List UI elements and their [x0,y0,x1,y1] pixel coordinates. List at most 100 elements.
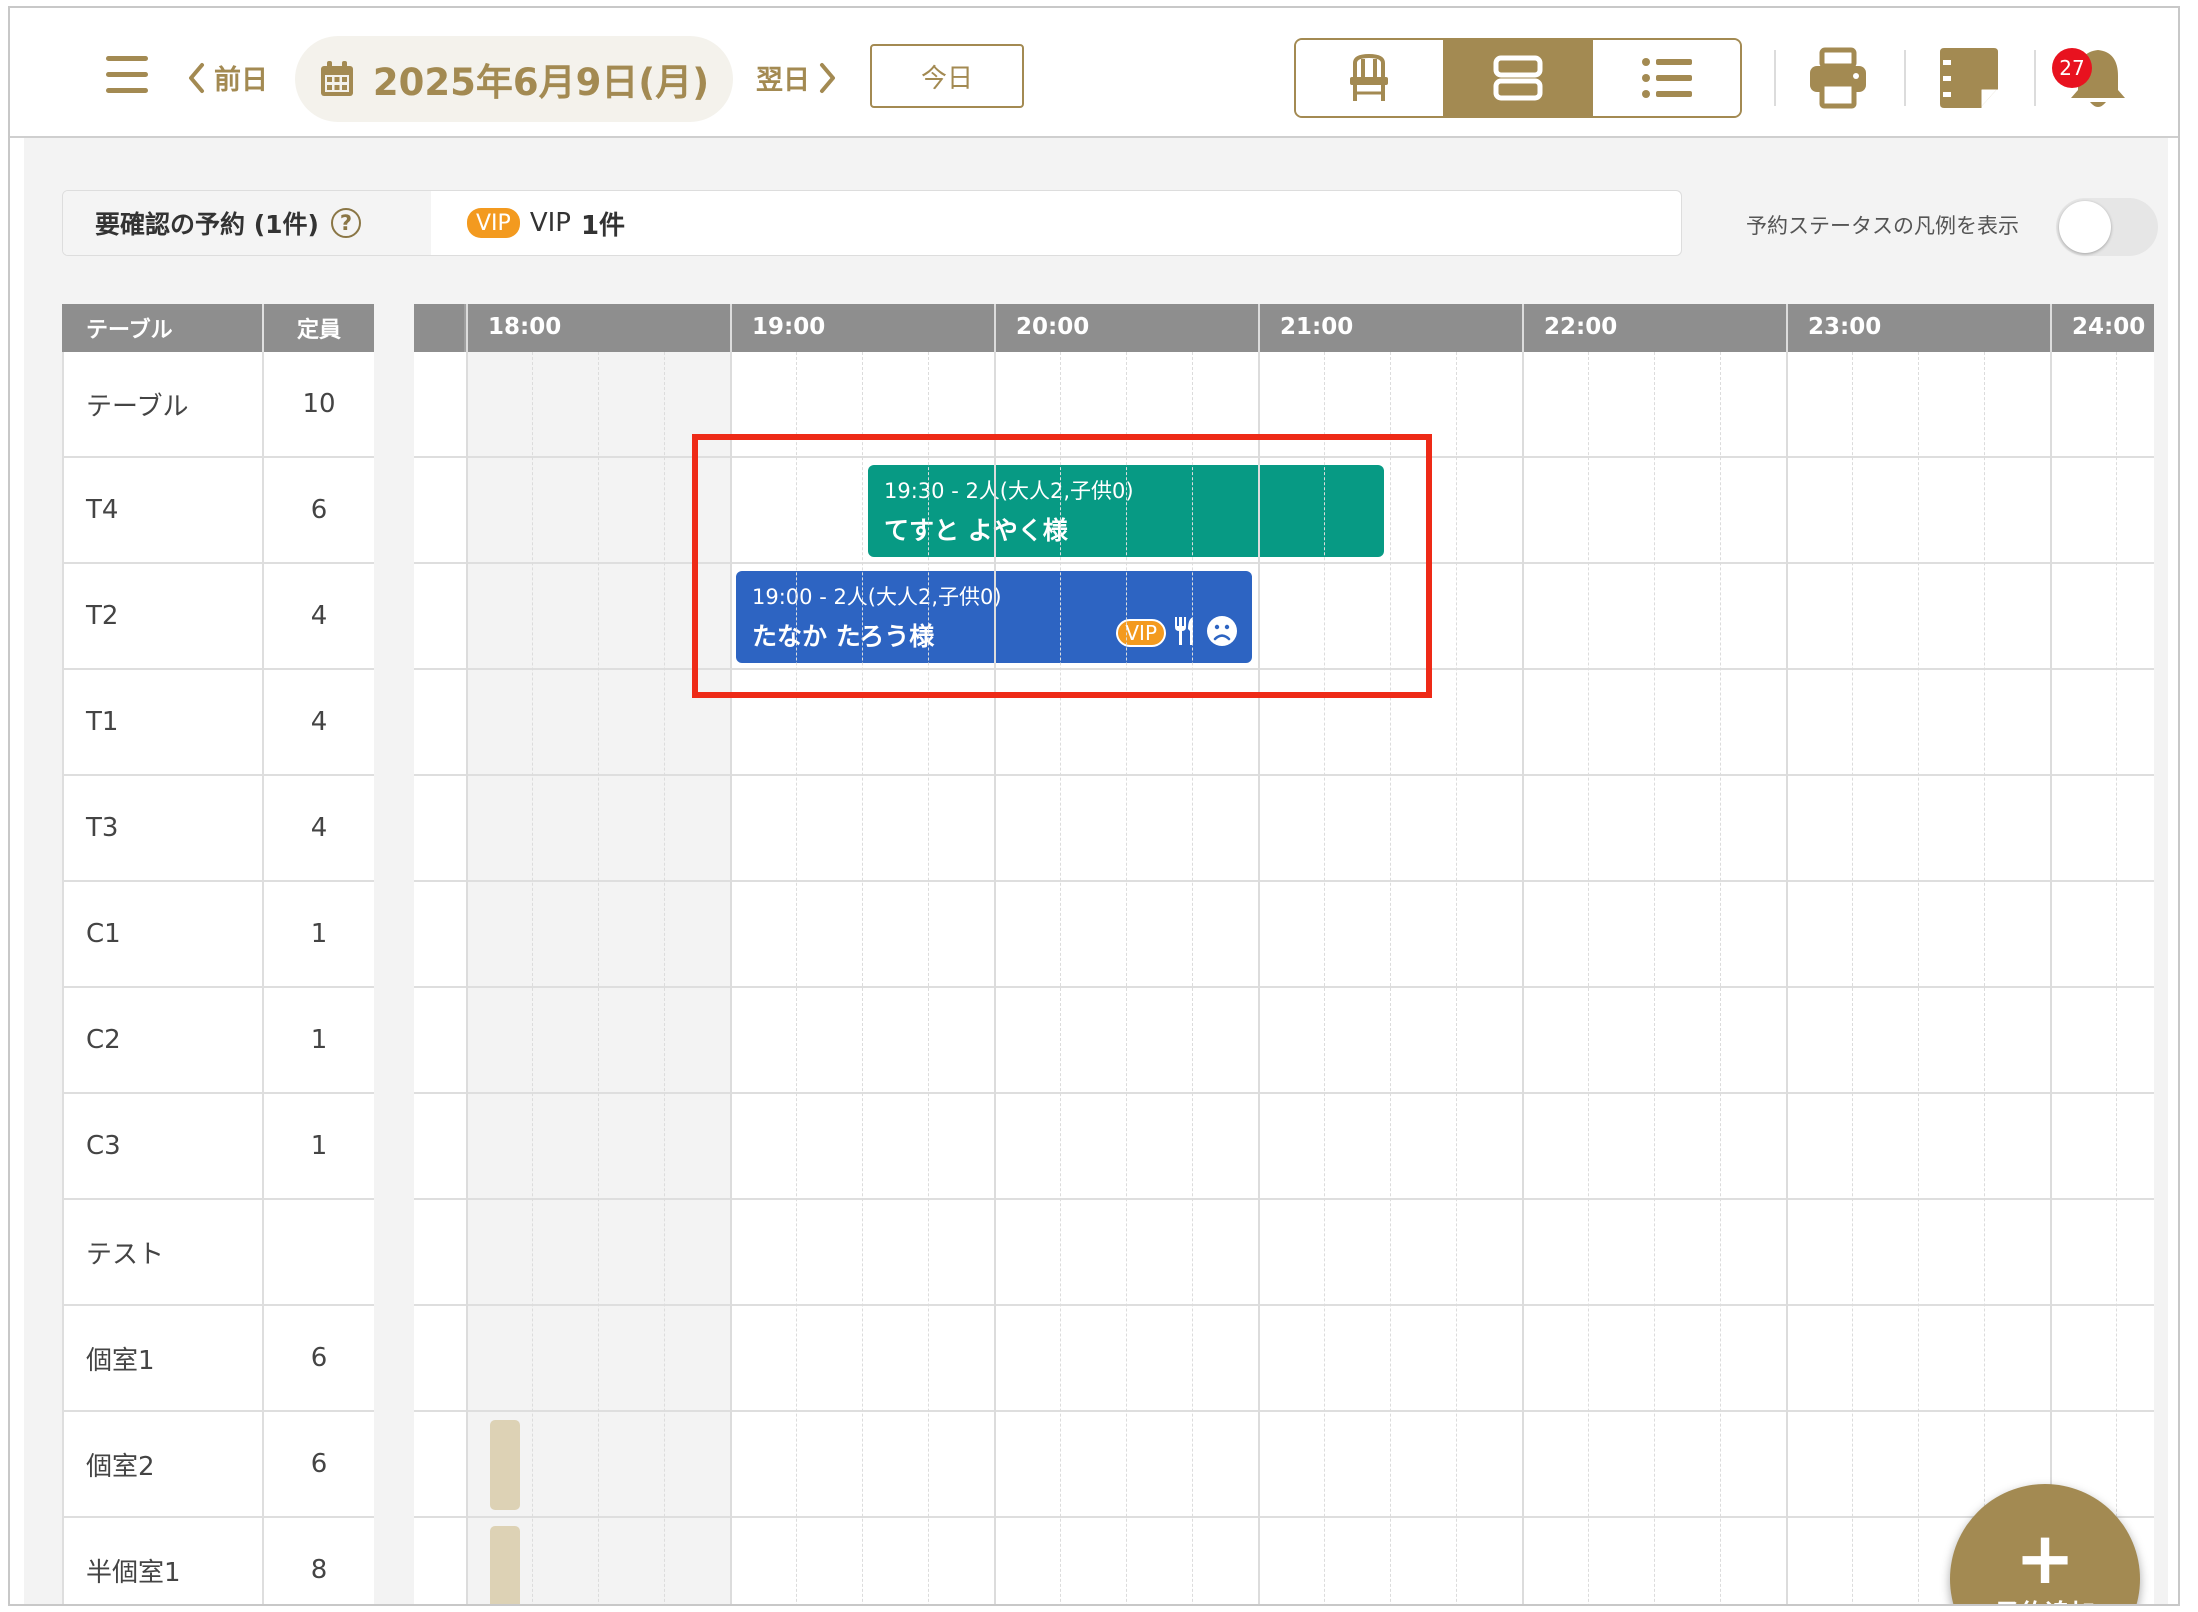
list-view-tab[interactable] [1591,40,1740,116]
today-button[interactable]: 今日 [870,44,1024,108]
main-content: 要確認の予約 (1件) ? VIP VIP 1件 予約ステータスの凡例を表示 テ… [24,138,2168,1604]
help-icon[interactable]: ? [330,208,361,238]
table-list-header: テーブル 定員 [62,304,374,352]
app-window: 前日 2025年6月9日(月) 翌日 今日 27 要確認の予約 (1件) ? V… [8,6,2180,1606]
calendar-icon [320,61,353,96]
table-list: テーブル 定員 テーブル 10 T4 6 T2 4 T1 4 T3 4 C1 1 C2 1 C3 1 テスト 個室… [62,304,374,1604]
next-day-label: 翌日 [756,65,810,96]
grid-dash [1192,352,1193,1604]
table-name: C3 [62,1094,264,1198]
table-row[interactable]: C1 1 [62,882,374,988]
table-row[interactable]: C3 1 [62,1094,374,1200]
plus-icon: + [2014,1516,2076,1600]
cutlery-icon [1172,615,1200,651]
notification-badge: 27 [2052,48,2092,88]
row-line [414,774,2154,776]
next-day-button[interactable]: 翌日 [756,58,838,97]
row-line [414,1410,2154,1412]
table-name: 個室1 [62,1306,264,1410]
hour-label: 23:00 [1808,314,1882,340]
hour-label: 24:00 [2072,314,2146,340]
vip-summary[interactable]: VIP VIP 1件 [431,191,625,255]
memo-icon[interactable] [1938,46,2000,114]
print-icon[interactable] [1806,46,1870,114]
row-line [414,668,2154,670]
grid-dash [1588,352,1589,1604]
table-row[interactable]: テスト [62,1200,374,1306]
pending-label: 要確認の予約 (1件) [95,210,319,239]
pending-reservations-link[interactable]: 要確認の予約 (1件) ? [63,191,431,255]
table-name: T1 [62,670,264,774]
grid-line [1522,304,1524,1604]
grid-line [2050,304,2052,1604]
timeline-rows-icon [1493,55,1543,101]
vip-text: VIP [529,208,571,238]
table-capacity: 4 [310,601,328,631]
hour-label: 18:00 [488,314,562,340]
grid-dash [1852,352,1853,1604]
sad-face-icon [1206,615,1238,651]
chevron-left-icon [189,62,204,93]
divider [1904,50,1906,106]
grid-dash [1060,352,1061,1604]
grid-dash [1918,352,1919,1604]
timeline-grid: 19:30 - 2人(大人2,子供0) てすと よやく様 19:00 - 2人(大人… [414,304,2154,1604]
grid-dash [1126,352,1127,1604]
pending-block[interactable] [490,1526,520,1604]
vip-badge: VIP [1116,619,1166,647]
table-capacity: 1 [310,919,328,949]
table-row[interactable]: 半個室1 8 [62,1518,374,1604]
view-switcher [1294,38,1742,118]
table-row[interactable]: T4 6 [62,458,374,564]
table-row[interactable]: テーブル 10 [62,352,374,458]
row-line [414,986,2154,988]
menu-icon[interactable] [106,56,148,94]
grid-line [466,304,468,1604]
grid-dash [1324,352,1325,1604]
table-capacity: 6 [310,495,328,525]
table-row[interactable]: T3 4 [62,776,374,882]
grid-line [730,304,732,1604]
timeline-header: 18:00 19:00 20:00 21:00 22:00 23:00 24:00 [414,304,2154,352]
timeline-view-tab[interactable] [1442,40,1592,116]
prev-day-button[interactable]: 前日 [186,58,268,97]
table-capacity: 10 [302,389,336,419]
grid-dash [1720,352,1721,1604]
grid-dash [1984,352,1985,1604]
table-capacity: 6 [310,1343,328,1373]
table-capacity: 4 [310,813,328,843]
table-capacity: 4 [310,707,328,737]
row-line [414,456,2154,458]
seat-view-tab[interactable] [1296,40,1443,116]
add-reservation-label: 予約追加 [1995,1594,2095,1604]
table-row[interactable]: T1 4 [62,670,374,776]
reservation-icons: VIP [1116,615,1238,651]
vip-badge: VIP [467,208,520,238]
row-line [414,1092,2154,1094]
vip-count: 1件 [580,210,626,241]
divider [62,352,64,1604]
list-icon [1641,58,1692,98]
table-row[interactable]: 個室1 6 [62,1306,374,1412]
table-row[interactable]: T2 4 [62,564,374,670]
grid-dash [1456,352,1457,1604]
grid-dash [664,352,665,1604]
legend-toggle[interactable] [2056,198,2158,256]
row-line [414,880,2154,882]
table-row[interactable]: 個室2 6 [62,1412,374,1518]
row-line [414,1198,2154,1200]
hour-label: 20:00 [1016,314,1090,340]
divider [1774,50,1776,106]
table-row[interactable]: C2 1 [62,988,374,1094]
hour-label: 22:00 [1544,314,1618,340]
grid-line [994,304,996,1604]
pending-block[interactable] [490,1420,520,1510]
hour-label: 21:00 [1280,314,1354,340]
date-picker[interactable]: 2025年6月9日(月) [295,36,733,122]
grid-dash [796,352,797,1604]
chair-icon [1350,53,1389,101]
timeline-body[interactable]: 19:30 - 2人(大人2,子供0) てすと よやく様 19:00 - 2人(大人… [414,352,2154,1604]
table-name: T2 [62,564,264,668]
table-name: テスト [62,1200,264,1304]
chevron-right-icon [820,62,835,93]
